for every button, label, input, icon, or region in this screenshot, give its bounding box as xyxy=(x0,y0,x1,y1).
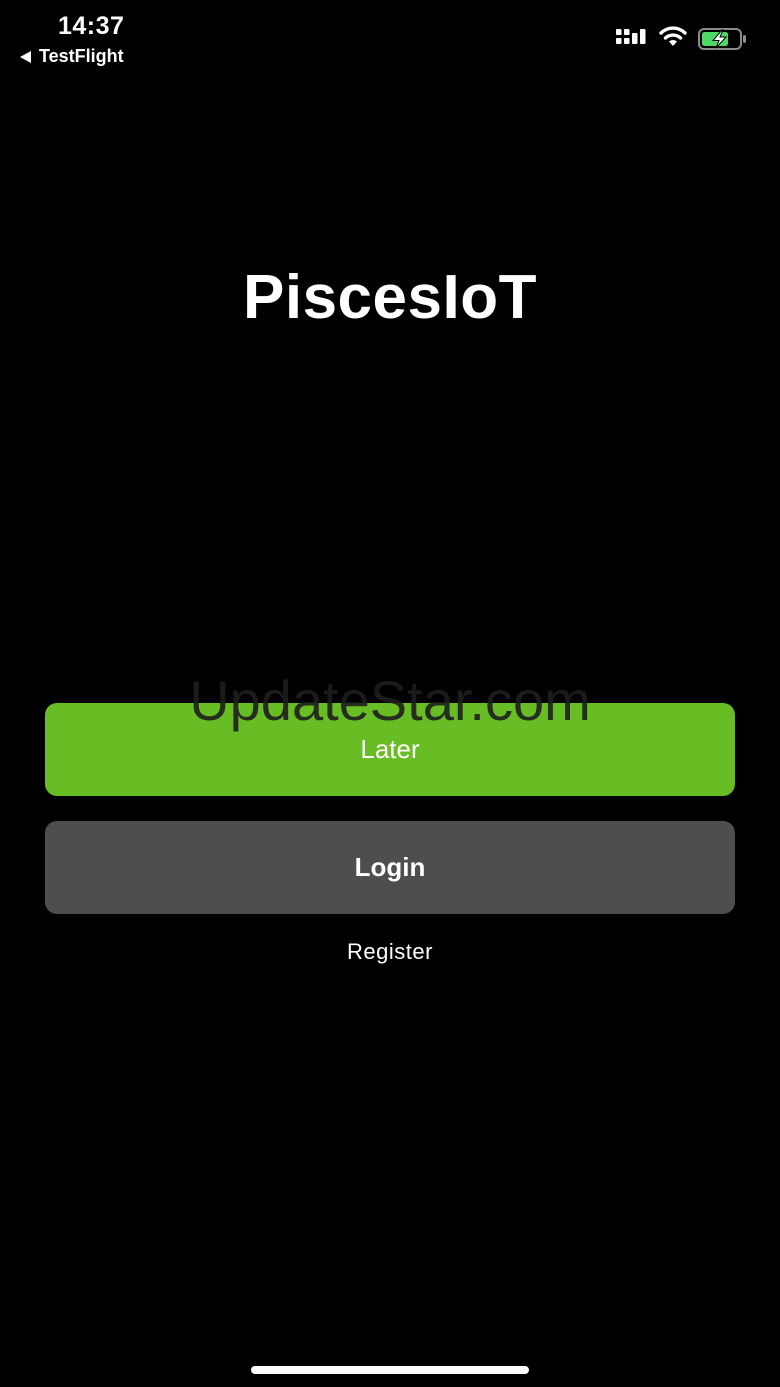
signal-icon xyxy=(616,29,646,44)
battery-charging-icon xyxy=(698,28,746,50)
back-to-testflight-link[interactable]: TestFlight xyxy=(20,46,124,67)
status-time: 14:37 xyxy=(58,12,125,40)
back-link-label: TestFlight xyxy=(39,46,124,66)
home-indicator[interactable] xyxy=(251,1366,529,1374)
login-button[interactable]: Login xyxy=(45,821,735,914)
back-arrow-icon xyxy=(20,50,31,63)
status-bar: 14:37 TestFlight xyxy=(0,0,780,80)
app-title: PiscesIoT xyxy=(243,263,537,332)
later-button[interactable]: Later xyxy=(45,703,735,796)
wifi-icon xyxy=(659,26,687,46)
register-link[interactable]: Register xyxy=(0,939,780,965)
